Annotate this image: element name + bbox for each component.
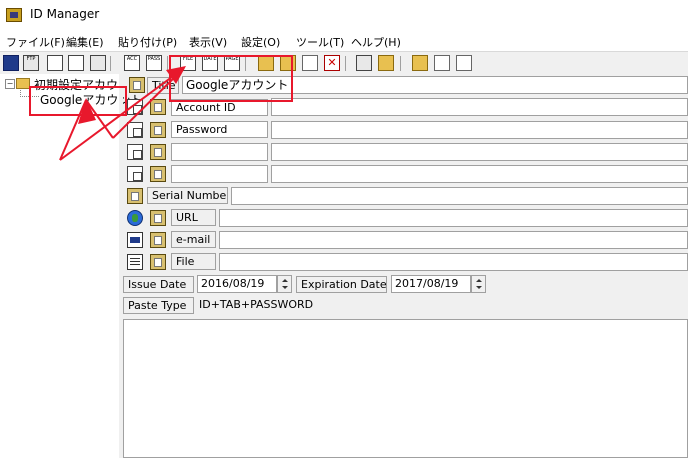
date-icon[interactable]: DATE [202, 55, 218, 71]
paste-icon[interactable] [150, 254, 166, 270]
toolbar-separator [167, 56, 168, 71]
app-icon [6, 8, 22, 22]
paste-type-label: Paste Type [123, 297, 194, 314]
menu-paste[interactable]: 貼り付け(P) [118, 34, 177, 50]
globe-icon[interactable] [127, 210, 143, 226]
paste-type-value[interactable]: ID+TAB+PASSWORD [195, 296, 688, 314]
delete-icon[interactable]: ✕ [324, 55, 340, 71]
custom-label-field-1[interactable] [171, 143, 268, 161]
issue-date-label: Issue Date [123, 276, 194, 293]
copy-icon[interactable] [127, 144, 143, 160]
menu-edit[interactable]: 編集(E) [66, 34, 104, 50]
toolbar-separator [345, 56, 346, 71]
file-field[interactable] [219, 253, 688, 271]
exp-icon[interactable] [356, 55, 372, 71]
paste-icon[interactable] [150, 232, 166, 248]
custom-value-field-2[interactable] [271, 165, 688, 183]
email-label: e-mail [171, 231, 216, 248]
save-icon[interactable] [3, 55, 19, 71]
collapse-icon[interactable]: − [5, 79, 15, 89]
folder-icon[interactable] [258, 55, 274, 71]
window-title: ID Manager [30, 7, 100, 21]
tool-icon-1[interactable] [47, 55, 63, 71]
title-field[interactable]: Googleアカウント [182, 76, 688, 94]
new-page-icon[interactable] [302, 55, 318, 71]
tool-icon-4[interactable] [378, 55, 394, 71]
copy-icon[interactable] [127, 122, 143, 138]
file-icon[interactable]: FILE [180, 55, 196, 71]
menu-help[interactable]: ヘルプ(H) [351, 34, 401, 50]
acc-label: ACC [126, 56, 138, 62]
serial-number-label: Serial Number [147, 187, 228, 204]
url-label: URL [171, 209, 216, 226]
expiration-date-spinner[interactable] [471, 275, 486, 293]
menu-bar: ファイル(F) 編集(E) 貼り付け(P) 表示(V) 設定(O) ツール(T)… [0, 30, 688, 52]
pass-label: PASS [147, 56, 161, 62]
password-field[interactable] [271, 121, 688, 139]
paste-icon[interactable] [150, 210, 166, 226]
account-id-label: Account ID [171, 99, 268, 116]
menu-view[interactable]: 表示(V) [189, 34, 227, 50]
password-label: Password [171, 121, 268, 138]
email-field[interactable] [219, 231, 688, 249]
file-label: FILE [182, 56, 194, 62]
file-icon[interactable] [127, 254, 143, 270]
paste-icon[interactable] [129, 77, 145, 93]
menu-file[interactable]: ファイル(F) [6, 34, 65, 50]
tree-connector [20, 90, 39, 97]
file-label: File [171, 253, 216, 270]
ftp-icon[interactable]: FTP [23, 55, 39, 71]
url-field[interactable] [219, 209, 688, 227]
paste-icon[interactable] [150, 166, 166, 182]
menu-settings[interactable]: 設定(O) [241, 34, 280, 50]
issue-date-spinner[interactable] [277, 275, 292, 293]
window-icon[interactable] [434, 55, 450, 71]
paste-icon[interactable] [127, 188, 143, 204]
page-label: PAGE [225, 56, 239, 62]
pass-gen-icon[interactable] [456, 55, 472, 71]
toolbar-separator [400, 56, 401, 71]
acc-icon[interactable]: ACC [124, 55, 140, 71]
custom-value-field-1[interactable] [271, 143, 688, 161]
tool-icon-2[interactable] [68, 55, 84, 71]
title-label: Title [147, 77, 179, 94]
folder-open-icon[interactable] [280, 55, 296, 71]
tool-icon-3[interactable] [90, 55, 106, 71]
lock-icon[interactable] [412, 55, 428, 71]
toolbar-separator [110, 56, 111, 71]
ftp-label: FTP [26, 56, 36, 62]
toolbar-separator [245, 56, 246, 71]
page-icon[interactable]: PAGE [224, 55, 240, 71]
delete-label: ✕ [327, 56, 337, 69]
title-bar: ID Manager [0, 0, 688, 30]
expiration-date-field[interactable]: 2017/08/19 [391, 275, 471, 293]
copy-icon[interactable] [127, 166, 143, 182]
toolbar: FTP ACC PASS FILE DATE PAGE ✕ [0, 52, 688, 74]
serial-number-field[interactable] [231, 187, 688, 205]
issue-date-field[interactable]: 2016/08/19 [197, 275, 277, 293]
paste-icon[interactable] [150, 144, 166, 160]
account-id-field[interactable] [271, 98, 688, 116]
folder-icon [16, 78, 30, 89]
copy-icon[interactable] [127, 99, 143, 115]
mail-icon[interactable] [127, 232, 143, 248]
paste-icon[interactable] [150, 122, 166, 138]
paste-icon[interactable] [150, 99, 166, 115]
custom-label-field-2[interactable] [171, 165, 268, 183]
date-label: DATE [203, 56, 217, 62]
account-tree[interactable]: − 初期設定アカウ Googleアカウント [0, 74, 142, 458]
expiration-date-label: Expiration Date [296, 276, 387, 293]
pass-icon[interactable]: PASS [146, 55, 162, 71]
memo-textarea[interactable] [123, 319, 688, 458]
menu-tools[interactable]: ツール(T) [296, 34, 344, 50]
